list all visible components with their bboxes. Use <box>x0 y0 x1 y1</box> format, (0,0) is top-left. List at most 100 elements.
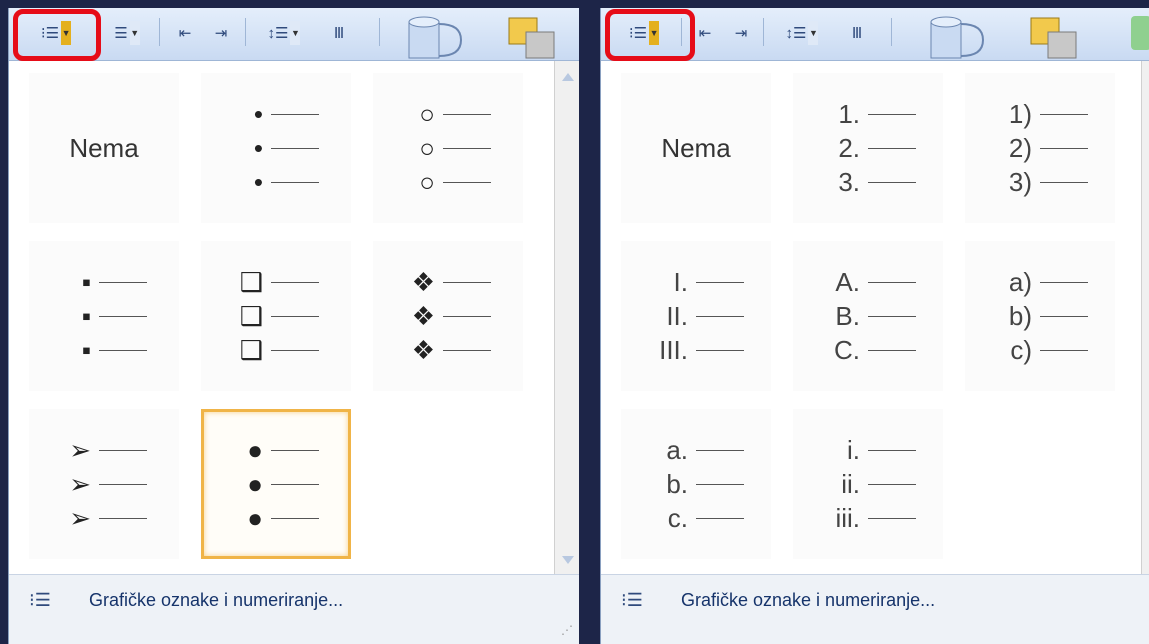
list-marker: III. <box>659 334 688 365</box>
text-line-placeholder <box>1040 147 1088 149</box>
text-line-placeholder <box>271 483 319 485</box>
bullets-button-highlight <box>13 9 101 61</box>
text-line-placeholder <box>271 349 319 351</box>
shape-cylinder-icon[interactable] <box>921 14 991 60</box>
toolbar-separator <box>763 18 764 46</box>
numbered-list-icon: ⁝☰ <box>621 589 643 610</box>
list-item-preview: 2) <box>992 131 1088 165</box>
list-marker: ❑ <box>239 266 263 297</box>
numbering-style-none[interactable]: Nema <box>621 73 771 223</box>
text-line-placeholder <box>1040 281 1088 283</box>
list-item-preview: ii. <box>820 467 916 501</box>
numbering-arabic-paren[interactable]: 1) 2) 3) <box>965 73 1115 223</box>
numbering-library-gallery: Nema 1. 2. 3. 1) 2) 3) I. II. III. A. B. C. a) b) c) a.… <box>601 61 1149 574</box>
toolbar-separator <box>245 18 246 46</box>
list-marker: ● <box>247 502 263 533</box>
list-item-preview: ❑ <box>233 299 319 333</box>
text-line-placeholder <box>271 113 319 115</box>
line-spacing-button[interactable]: ↕☰ ▼ <box>253 16 315 50</box>
numbering-button[interactable]: ☰ ▼ <box>97 16 157 50</box>
text-line-placeholder <box>99 517 147 519</box>
list-item-preview: B. <box>820 299 916 333</box>
list-item-preview: 3) <box>992 165 1088 199</box>
list-item-preview: ○ <box>405 165 491 199</box>
text-line-placeholder <box>868 281 916 283</box>
dropdown-arrow-icon[interactable]: ▼ <box>290 21 301 45</box>
list-item-preview: b. <box>648 467 744 501</box>
text-line-placeholder <box>868 147 916 149</box>
list-item-preview: i. <box>820 433 916 467</box>
numbering-alpha-lower-dot[interactable]: a. b. c. <box>621 409 771 559</box>
numbering-alpha-lower-paren[interactable]: a) b) c) <box>965 241 1115 391</box>
text-line-placeholder <box>868 449 916 451</box>
scroll-up-icon[interactable] <box>562 73 574 81</box>
line-spacing-button[interactable]: ↕☰ ▼ <box>771 16 833 50</box>
list-marker: ○ <box>419 132 435 163</box>
text-direction-icon: Ⅲ <box>851 25 863 42</box>
text-direction-button[interactable]: Ⅲ <box>837 16 877 50</box>
numbering-arabic-dot[interactable]: 1. 2. 3. <box>793 73 943 223</box>
bullets-and-numbering-menu-item[interactable]: ⁝☰ Grafičke oznake i numeriranje... <box>9 583 343 617</box>
bullet-large-dot[interactable]: ● ● ● <box>201 409 351 559</box>
text-line-placeholder <box>99 483 147 485</box>
text-direction-button[interactable]: Ⅲ <box>319 16 359 50</box>
bullet-hollow-square[interactable]: ❑ ❑ ❑ <box>201 241 351 391</box>
gallery-scrollbar[interactable] <box>1141 61 1149 574</box>
list-marker: 1) <box>1008 98 1032 129</box>
list-item-preview: ● <box>233 467 319 501</box>
list-item-preview: ❖ <box>405 299 491 333</box>
text-line-placeholder <box>99 449 147 451</box>
list-marker: ➢ <box>69 468 91 499</box>
list-marker: B. <box>835 300 860 331</box>
decrease-indent-button[interactable]: ⇤ <box>169 16 201 50</box>
dropdown-arrow-icon[interactable]: ▼ <box>129 21 140 45</box>
text-line-placeholder <box>443 181 491 183</box>
list-marker: ● <box>247 434 263 465</box>
bullet-arrow[interactable]: ➢ ➢ ➢ <box>29 409 179 559</box>
list-marker: ▪ <box>81 266 91 297</box>
list-marker: ❖ <box>411 266 435 297</box>
list-marker: • <box>253 132 263 163</box>
increase-indent-button[interactable]: ⇥ <box>205 16 237 50</box>
list-marker: ❑ <box>239 300 263 331</box>
bullet-square[interactable]: ▪ ▪ ▪ <box>29 241 179 391</box>
bullet-small-dot[interactable]: • • • <box>201 73 351 223</box>
list-item-preview: b) <box>992 299 1088 333</box>
arrange-icon[interactable] <box>504 14 564 60</box>
list-item-preview: ❑ <box>233 333 319 367</box>
list-item-preview: 1) <box>992 97 1088 131</box>
numbering-alpha-upper[interactable]: A. B. C. <box>793 241 943 391</box>
text-line-placeholder <box>271 147 319 149</box>
shape-cylinder-icon[interactable] <box>399 14 469 60</box>
bullet-hollow-circle[interactable]: ○ ○ ○ <box>373 73 523 223</box>
list-item-preview: I. <box>648 265 744 299</box>
text-line-placeholder <box>868 181 916 183</box>
text-line-placeholder <box>271 281 319 283</box>
bullet-library-gallery: Nema • • • ○ ○ ○ ▪ ▪ ▪ ❑ ❑ ❑ ❖ ❖ ❖ ➢ ➢ ➢ ● ● ● <box>9 61 579 574</box>
list-item-preview: 3. <box>820 165 916 199</box>
gallery-scrollbar[interactable] <box>554 61 579 574</box>
dropdown-arrow-icon[interactable]: ▼ <box>808 21 819 45</box>
text-line-placeholder <box>696 449 744 451</box>
list-item-preview: ● <box>233 501 319 535</box>
list-item-preview: 2. <box>820 131 916 165</box>
list-item-preview: ▪ <box>61 299 147 333</box>
resize-grip-icon[interactable]: ⋰ <box>561 623 573 637</box>
increase-indent-button[interactable]: ⇥ <box>725 16 757 50</box>
quick-style-icon[interactable] <box>1131 16 1149 50</box>
text-line-placeholder <box>443 349 491 351</box>
scroll-down-icon[interactable] <box>562 556 574 564</box>
list-item-preview: • <box>233 165 319 199</box>
bullet-style-none[interactable]: Nema <box>29 73 179 223</box>
arrange-icon[interactable] <box>1026 14 1086 60</box>
numbering-roman-lower[interactable]: i. ii. iii. <box>793 409 943 559</box>
bullets-and-numbering-menu-item[interactable]: ⁝☰ Grafičke oznake i numeriranje... <box>601 583 935 617</box>
text-line-placeholder <box>868 113 916 115</box>
numbering-roman-upper[interactable]: I. II. III. <box>621 241 771 391</box>
list-marker: ▪ <box>81 334 91 365</box>
list-item-preview: ❖ <box>405 333 491 367</box>
none-label: Nema <box>661 132 731 163</box>
bullet-four-diamond[interactable]: ❖ ❖ ❖ <box>373 241 523 391</box>
text-line-placeholder <box>443 113 491 115</box>
text-line-placeholder <box>99 281 147 283</box>
